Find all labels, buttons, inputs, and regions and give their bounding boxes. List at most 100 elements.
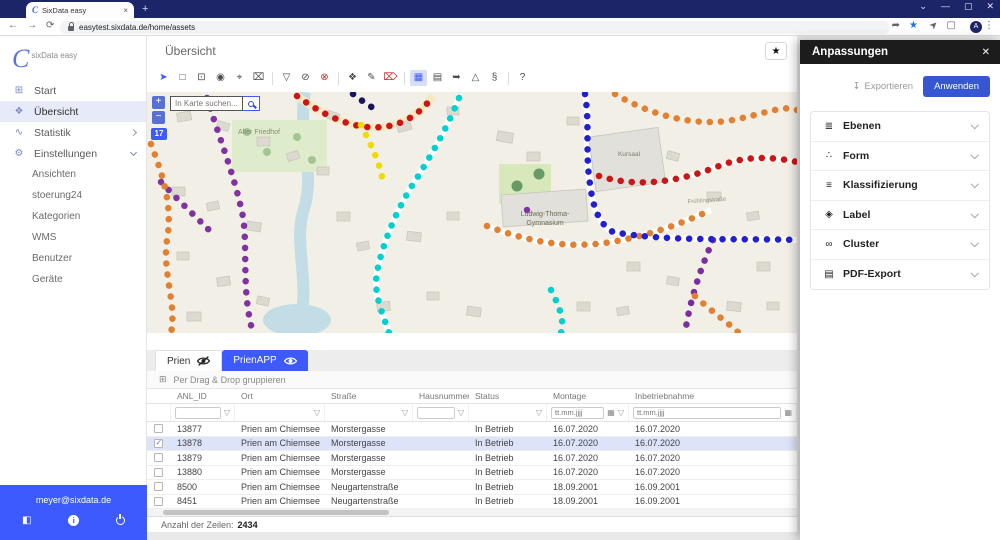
profile-avatar[interactable]: A: [970, 21, 982, 33]
col-ort[interactable]: Ort: [235, 391, 325, 401]
sidebar-item-geraete[interactable]: Geräte: [0, 269, 146, 290]
zoom-out-button[interactable]: −: [152, 111, 165, 124]
col-montage[interactable]: Montage: [547, 391, 629, 401]
edit-tool-icon[interactable]: ✎: [363, 70, 380, 86]
split-screen-icon[interactable]: ▢: [947, 20, 956, 31]
group-panel[interactable]: ⊞ Per Drag & Drop gruppieren: [147, 371, 797, 389]
filter-inbetriebnahme-input[interactable]: [633, 407, 781, 419]
calendar-icon[interactable]: ▦: [607, 408, 615, 417]
sidebar-item-benutzer[interactable]: Benutzer: [0, 248, 146, 269]
close-icon[interactable]: ✕: [986, 1, 994, 12]
filter-hausnummer-input[interactable]: [417, 407, 455, 419]
panel-section-cluster[interactable]: ∞ Cluster: [811, 230, 989, 260]
filter-clear-icon[interactable]: ⊗: [316, 70, 333, 86]
add-marker-icon[interactable]: ◉: [212, 70, 229, 86]
table-row[interactable]: 8451Prien am ChiemseeNeugartenstraßeIn B…: [147, 495, 797, 510]
export-button[interactable]: ↧ Exportieren: [853, 81, 914, 92]
funnel-icon[interactable]: ▽: [402, 408, 408, 417]
apply-button[interactable]: Anwenden: [923, 76, 990, 97]
col-inbetriebnahme[interactable]: Inbetriebnahme: [629, 391, 797, 401]
export-tool-icon[interactable]: ➥: [448, 70, 465, 86]
panel-section-klassifizierung[interactable]: ≡ Klassifizierung: [811, 171, 989, 201]
sidebar-item-stoerung24[interactable]: stoerung24: [0, 185, 146, 206]
favorite-view-button[interactable]: ★: [765, 42, 787, 60]
select-polygon-icon[interactable]: ⊡: [193, 70, 210, 86]
row-checkbox[interactable]: [154, 497, 163, 506]
filter-remove-icon[interactable]: ⊘: [297, 70, 314, 86]
document-tool-icon[interactable]: ▤: [429, 70, 446, 86]
funnel-icon[interactable]: ▽: [314, 408, 320, 417]
new-tab-button[interactable]: +: [142, 3, 148, 15]
window-menu-icon[interactable]: ⌄: [919, 1, 927, 12]
funnel-icon[interactable]: ▽: [536, 408, 542, 417]
sidebar-item-statistik[interactable]: ∿ Statistik: [0, 122, 146, 143]
row-checkbox[interactable]: [154, 439, 163, 448]
forward-icon[interactable]: →: [27, 20, 37, 31]
tab-prienapp[interactable]: PrienAPP: [222, 350, 307, 371]
sidebar-item-einstellungen[interactable]: ⚙ Einstellungen: [0, 143, 146, 164]
panel-section-ebenen[interactable]: ≣ Ebenen: [811, 112, 989, 142]
delete-selection-icon[interactable]: ⌦: [382, 70, 399, 86]
share-icon[interactable]: ➦: [892, 20, 900, 31]
map-canvas[interactable]: Alter Friedhof Kursaal Ludwig-Thoma- Gym…: [147, 92, 797, 333]
browser-tab[interactable]: C SixData easy ×: [26, 2, 134, 18]
panel-section-pdf-export[interactable]: ▤ PDF-Export: [811, 260, 989, 290]
restore-icon[interactable]: ▢: [964, 1, 973, 12]
bookmark-star-icon[interactable]: ★: [909, 20, 918, 31]
col-anl-id[interactable]: ANL_ID: [171, 391, 235, 401]
sidebar-item-wms[interactable]: WMS: [0, 227, 146, 248]
browser-menu-icon[interactable]: ⋮: [984, 20, 994, 31]
panel-close-icon[interactable]: ✕: [982, 47, 990, 58]
table-row[interactable]: 13879Prien am ChiemseeMorstergasseIn Bet…: [147, 451, 797, 466]
calendar-icon[interactable]: ▦: [784, 408, 792, 417]
row-checkbox[interactable]: [154, 468, 163, 477]
help-icon[interactable]: ?: [514, 70, 531, 86]
row-checkbox[interactable]: [154, 453, 163, 462]
draw-shape-icon[interactable]: ❖: [344, 70, 361, 86]
back-icon[interactable]: ←: [8, 20, 18, 31]
scrollbar-thumb[interactable]: [163, 510, 389, 515]
col-status[interactable]: Status: [469, 391, 547, 401]
select-rectangle-icon[interactable]: □: [174, 70, 191, 86]
map-search-input[interactable]: [170, 96, 243, 111]
collapse-sidebar-icon[interactable]: ◧: [22, 515, 31, 526]
address-bar[interactable]: easytest.sixdata.de/home/assets: [60, 21, 890, 34]
filter-montage-input[interactable]: [551, 407, 604, 419]
delete-tool-icon[interactable]: ⌧: [250, 70, 267, 86]
funnel-icon[interactable]: ▽: [224, 408, 230, 417]
col-strasse[interactable]: Straße: [325, 391, 413, 401]
horizontal-scrollbar[interactable]: [147, 509, 797, 516]
map-view-icon[interactable]: ▦: [410, 70, 427, 86]
funnel-icon[interactable]: ▽: [458, 408, 464, 417]
sidebar-item-kategorien[interactable]: Kategorien: [0, 206, 146, 227]
pin-icon[interactable]: ➤: [927, 19, 941, 33]
minimize-icon[interactable]: —: [941, 1, 950, 12]
sidebar-item-ansichten[interactable]: Ansichten: [0, 164, 146, 185]
logout-power-icon[interactable]: [116, 516, 125, 525]
info-icon[interactable]: [68, 515, 79, 526]
filter-anl-id-input[interactable]: [175, 407, 221, 419]
attachment-tool-icon[interactable]: §: [486, 70, 503, 86]
table-row-selected[interactable]: 13878Prien am ChiemseeMorstergasseIn Bet…: [147, 437, 797, 452]
row-checkbox[interactable]: [154, 482, 163, 491]
table-row[interactable]: 13877Prien am ChiemseeMorstergasseIn Bet…: [147, 422, 797, 437]
table-row[interactable]: 8500Prien am ChiemseeNeugartenstraßeIn B…: [147, 480, 797, 495]
table-row[interactable]: 13880Prien am ChiemseeMorstergasseIn Bet…: [147, 466, 797, 481]
move-tool-icon[interactable]: ⌖: [231, 70, 248, 86]
reload-icon[interactable]: ⟳: [46, 20, 54, 31]
col-hausnummer[interactable]: Hausnummer: [413, 391, 469, 401]
lock-icon: [68, 26, 74, 31]
panel-section-label[interactable]: ◈ Label: [811, 201, 989, 231]
warning-tool-icon[interactable]: △: [467, 70, 484, 86]
sidebar-item-start[interactable]: ⊞ Start: [0, 80, 146, 101]
filter-tool-icon[interactable]: ▽: [278, 70, 295, 86]
tab-prien[interactable]: Prien: [155, 350, 222, 371]
sidebar-item-uebersicht[interactable]: ❖ Übersicht: [0, 101, 146, 122]
funnel-icon[interactable]: ▽: [618, 408, 624, 417]
zoom-in-button[interactable]: +: [152, 96, 165, 109]
map-search-button[interactable]: [243, 96, 260, 111]
tab-close-icon[interactable]: ×: [123, 6, 128, 15]
row-checkbox[interactable]: [154, 424, 163, 433]
pointer-tool-icon[interactable]: ➤: [155, 70, 172, 86]
panel-section-form[interactable]: ∴ Form: [811, 142, 989, 172]
